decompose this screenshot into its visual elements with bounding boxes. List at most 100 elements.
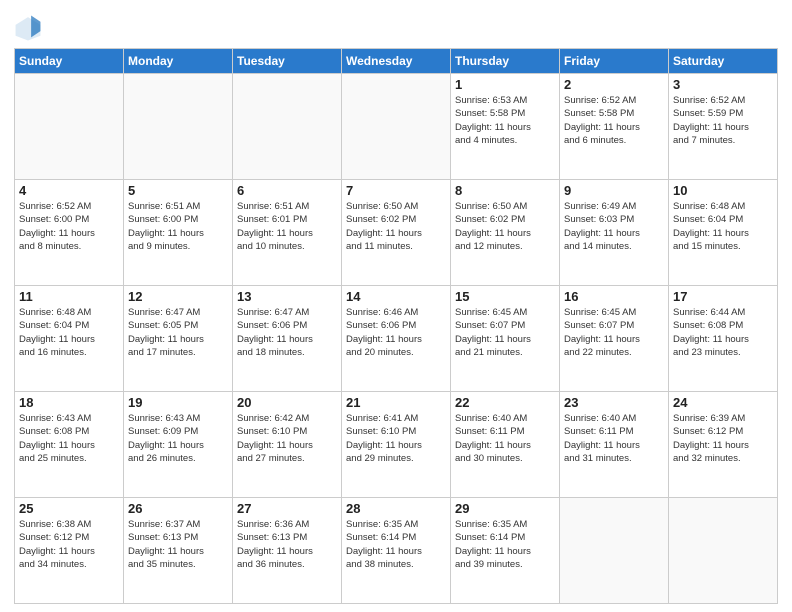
calendar-cell: 24Sunrise: 6:39 AM Sunset: 6:12 PM Dayli…: [669, 392, 778, 498]
day-number: 9: [564, 183, 664, 198]
calendar-cell: 23 Sunrise: 6:40 AM Sunset: 6:11 PM Dayli…: [560, 392, 669, 498]
day-number: 6: [237, 183, 337, 198]
week-row-4: 25 Sunrise: 6:38 AM Sunset: 6:12 PM Dayli…: [15, 498, 778, 604]
day-info: Sunrise: 6:49 AM Sunset: 6:03 PM Dayligh…: [564, 200, 664, 253]
calendar-cell: [342, 74, 451, 180]
day-info: Sunrise: 6:38 AM Sunset: 6:12 PM Dayligh…: [19, 518, 119, 571]
header-tuesday: Tuesday: [233, 49, 342, 74]
day-info: Sunrise: 6:35 AM Sunset: 6:14 PM Dayligh…: [346, 518, 446, 571]
day-info: Sunrise: 6:47 AM Sunset: 6:05 PM Dayligh…: [128, 306, 228, 359]
day-info: Sunrise: 6:44 AM Sunset: 6:08 PM Dayligh…: [673, 306, 773, 359]
day-info: Sunrise: 6:48 AM Sunset: 6:04 PM Dayligh…: [19, 306, 119, 359]
day-info: Sunrise: 6:40 AM Sunset: 6:11 PM Dayligh…: [455, 412, 555, 465]
day-info: Sunrise: 6:35 AM Sunset: 6:14 PM Dayligh…: [455, 518, 555, 571]
day-number: 21: [346, 395, 446, 410]
day-number: 2: [564, 77, 664, 92]
week-row-2: 11 Sunrise: 6:48 AM Sunset: 6:04 PM Dayli…: [15, 286, 778, 392]
week-row-0: 1 Sunrise: 6:53 AM Sunset: 5:58 PM Daylig…: [15, 74, 778, 180]
calendar-cell: [560, 498, 669, 604]
calendar-cell: [669, 498, 778, 604]
day-number: 13: [237, 289, 337, 304]
calendar-cell: 14 Sunrise: 6:46 AM Sunset: 6:06 PM Dayli…: [342, 286, 451, 392]
calendar-cell: 5Sunrise: 6:51 AM Sunset: 6:00 PM Daylig…: [124, 180, 233, 286]
calendar-cell: 16 Sunrise: 6:45 AM Sunset: 6:07 PM Dayli…: [560, 286, 669, 392]
day-info: Sunrise: 6:52 AM Sunset: 5:59 PM Dayligh…: [673, 94, 773, 147]
calendar-body: 1 Sunrise: 6:53 AM Sunset: 5:58 PM Daylig…: [15, 74, 778, 604]
calendar-cell: 28 Sunrise: 6:35 AM Sunset: 6:14 PM Dayli…: [342, 498, 451, 604]
day-number: 12: [128, 289, 228, 304]
logo-icon: [14, 14, 42, 42]
calendar-cell: [233, 74, 342, 180]
day-number: 15: [455, 289, 555, 304]
day-info: Sunrise: 6:51 AM Sunset: 6:01 PM Dayligh…: [237, 200, 337, 253]
calendar-cell: 6 Sunrise: 6:51 AM Sunset: 6:01 PM Daylig…: [233, 180, 342, 286]
day-number: 3: [673, 77, 773, 92]
calendar-header: SundayMondayTuesdayWednesdayThursdayFrid…: [15, 49, 778, 74]
day-info: Sunrise: 6:46 AM Sunset: 6:06 PM Dayligh…: [346, 306, 446, 359]
day-number: 1: [455, 77, 555, 92]
day-info: Sunrise: 6:45 AM Sunset: 6:07 PM Dayligh…: [455, 306, 555, 359]
day-info: Sunrise: 6:47 AM Sunset: 6:06 PM Dayligh…: [237, 306, 337, 359]
calendar-cell: 9 Sunrise: 6:49 AM Sunset: 6:03 PM Daylig…: [560, 180, 669, 286]
header-wednesday: Wednesday: [342, 49, 451, 74]
header-saturday: Saturday: [669, 49, 778, 74]
day-number: 11: [19, 289, 119, 304]
day-number: 18: [19, 395, 119, 410]
header-sunday: Sunday: [15, 49, 124, 74]
calendar-cell: 12 Sunrise: 6:47 AM Sunset: 6:05 PM Dayli…: [124, 286, 233, 392]
day-number: 5: [128, 183, 228, 198]
day-info: Sunrise: 6:40 AM Sunset: 6:11 PM Dayligh…: [564, 412, 664, 465]
header-row: SundayMondayTuesdayWednesdayThursdayFrid…: [15, 49, 778, 74]
day-number: 22: [455, 395, 555, 410]
calendar-cell: 15 Sunrise: 6:45 AM Sunset: 6:07 PM Dayli…: [451, 286, 560, 392]
page: SundayMondayTuesdayWednesdayThursdayFrid…: [0, 0, 792, 612]
week-row-3: 18 Sunrise: 6:43 AM Sunset: 6:08 PM Dayli…: [15, 392, 778, 498]
calendar-cell: 29 Sunrise: 6:35 AM Sunset: 6:14 PM Dayli…: [451, 498, 560, 604]
day-number: 23: [564, 395, 664, 410]
calendar-cell: 8Sunrise: 6:50 AM Sunset: 6:02 PM Daylig…: [451, 180, 560, 286]
calendar-cell: [15, 74, 124, 180]
calendar-cell: 13 Sunrise: 6:47 AM Sunset: 6:06 PM Dayli…: [233, 286, 342, 392]
day-info: Sunrise: 6:53 AM Sunset: 5:58 PM Dayligh…: [455, 94, 555, 147]
day-info: Sunrise: 6:48 AM Sunset: 6:04 PM Dayligh…: [673, 200, 773, 253]
calendar-cell: 7Sunrise: 6:50 AM Sunset: 6:02 PM Daylig…: [342, 180, 451, 286]
calendar-cell: 26 Sunrise: 6:37 AM Sunset: 6:13 PM Dayli…: [124, 498, 233, 604]
day-info: Sunrise: 6:50 AM Sunset: 6:02 PM Dayligh…: [455, 200, 555, 253]
day-info: Sunrise: 6:52 AM Sunset: 5:58 PM Dayligh…: [564, 94, 664, 147]
calendar-cell: 17 Sunrise: 6:44 AM Sunset: 6:08 PM Dayli…: [669, 286, 778, 392]
day-number: 19: [128, 395, 228, 410]
day-number: 7: [346, 183, 446, 198]
calendar-cell: 20Sunrise: 6:42 AM Sunset: 6:10 PM Dayli…: [233, 392, 342, 498]
day-info: Sunrise: 6:42 AM Sunset: 6:10 PM Dayligh…: [237, 412, 337, 465]
day-info: Sunrise: 6:39 AM Sunset: 6:12 PM Dayligh…: [673, 412, 773, 465]
day-number: 17: [673, 289, 773, 304]
calendar-cell: 11 Sunrise: 6:48 AM Sunset: 6:04 PM Dayli…: [15, 286, 124, 392]
day-info: Sunrise: 6:36 AM Sunset: 6:13 PM Dayligh…: [237, 518, 337, 571]
calendar-cell: 19Sunrise: 6:43 AM Sunset: 6:09 PM Dayli…: [124, 392, 233, 498]
day-number: 29: [455, 501, 555, 516]
calendar-cell: 4 Sunrise: 6:52 AM Sunset: 6:00 PM Daylig…: [15, 180, 124, 286]
day-number: 28: [346, 501, 446, 516]
calendar-table: SundayMondayTuesdayWednesdayThursdayFrid…: [14, 48, 778, 604]
day-info: Sunrise: 6:37 AM Sunset: 6:13 PM Dayligh…: [128, 518, 228, 571]
top-section: [14, 10, 778, 42]
calendar-cell: 18 Sunrise: 6:43 AM Sunset: 6:08 PM Dayli…: [15, 392, 124, 498]
calendar-cell: 22 Sunrise: 6:40 AM Sunset: 6:11 PM Dayli…: [451, 392, 560, 498]
day-number: 10: [673, 183, 773, 198]
day-number: 25: [19, 501, 119, 516]
day-number: 4: [19, 183, 119, 198]
day-info: Sunrise: 6:43 AM Sunset: 6:08 PM Dayligh…: [19, 412, 119, 465]
calendar-cell: 27Sunrise: 6:36 AM Sunset: 6:13 PM Dayli…: [233, 498, 342, 604]
calendar-cell: 2 Sunrise: 6:52 AM Sunset: 5:58 PM Daylig…: [560, 74, 669, 180]
day-info: Sunrise: 6:52 AM Sunset: 6:00 PM Dayligh…: [19, 200, 119, 253]
day-number: 14: [346, 289, 446, 304]
week-row-1: 4 Sunrise: 6:52 AM Sunset: 6:00 PM Daylig…: [15, 180, 778, 286]
day-info: Sunrise: 6:45 AM Sunset: 6:07 PM Dayligh…: [564, 306, 664, 359]
day-number: 16: [564, 289, 664, 304]
calendar-cell: 21Sunrise: 6:41 AM Sunset: 6:10 PM Dayli…: [342, 392, 451, 498]
calendar-cell: 10 Sunrise: 6:48 AM Sunset: 6:04 PM Dayli…: [669, 180, 778, 286]
logo: [14, 14, 46, 42]
day-number: 26: [128, 501, 228, 516]
calendar-cell: [124, 74, 233, 180]
header-thursday: Thursday: [451, 49, 560, 74]
